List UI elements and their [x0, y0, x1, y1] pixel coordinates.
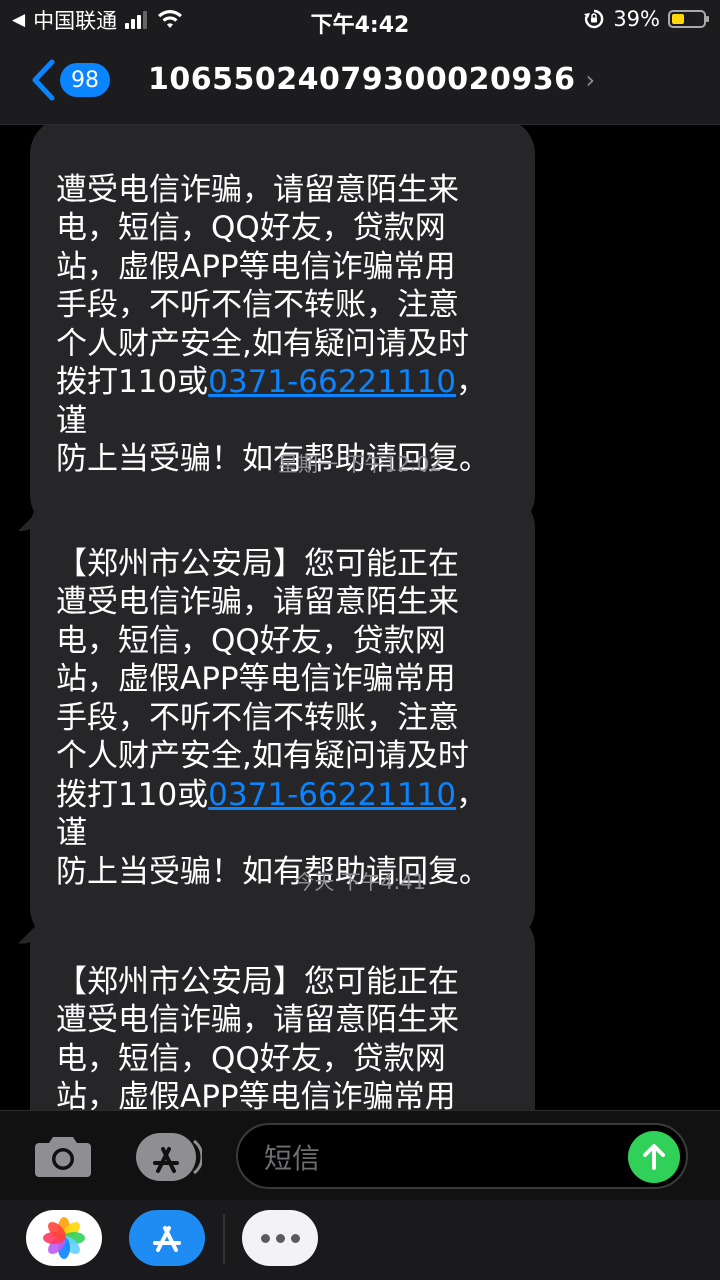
battery-icon [668, 10, 709, 28]
message-input-field[interactable] [236, 1123, 688, 1189]
battery-percent: 39% [613, 7, 660, 31]
more-apps-button[interactable] [242, 1210, 318, 1266]
app-store-app-button[interactable] [129, 1210, 205, 1266]
app-store-icon [153, 1226, 181, 1252]
conversation-header: 98 10655024079300020936 › [0, 40, 720, 125]
message-thread[interactable]: 遭受电信诈骗，请留意陌生来 电，短信，QQ好友，贷款网 站，虚假APP等电信诈骗… [0, 124, 720, 1110]
send-button[interactable] [628, 1131, 680, 1183]
contact-title[interactable]: 10655024079300020936 › [148, 62, 596, 97]
message-bubble[interactable]: 【郑州市公安局】您可能正在 遭受电信诈骗，请留意陌生来 电，短信，QQ好友，贷款… [30, 910, 535, 1110]
camera-icon [35, 1137, 91, 1177]
orientation-lock-icon [584, 9, 604, 29]
compose-bar [0, 1110, 720, 1201]
message-input[interactable] [262, 1135, 626, 1181]
back-button[interactable]: 98 [30, 58, 110, 102]
message-text: 【郑州市公安局】您可能正在 遭受电信诈骗，请留意陌生来 电，短信，QQ好友，贷款… [56, 545, 469, 813]
status-bar: ◀ 中国联通 下午4:42 39% [0, 0, 720, 40]
drawer-divider [223, 1214, 225, 1264]
back-chevron-icon [32, 59, 55, 101]
photos-app-button[interactable] [26, 1210, 102, 1266]
app-store-button[interactable] [136, 1133, 204, 1181]
timestamp: 今天 下午4:41 [294, 870, 426, 894]
more-icon [260, 1233, 300, 1243]
status-right: 39% [583, 7, 709, 31]
phone-link[interactable]: 0371-66221110 [208, 364, 456, 400]
send-arrow-icon [643, 1144, 665, 1170]
message-text: 【郑州市公安局】您可能正在 遭受电信诈骗，请留意陌生来 电，短信，QQ好友，贷款… [56, 963, 459, 1111]
contact-number: 10655024079300020936 [148, 62, 576, 97]
chevron-right-icon: › [585, 65, 596, 94]
phone-link[interactable]: 0371-66221110 [208, 777, 456, 813]
timestamp: 星期一 下午12:02 [278, 452, 442, 476]
camera-button[interactable] [33, 1133, 93, 1179]
battery-level-fill [672, 14, 684, 24]
unread-count-badge: 98 [60, 63, 110, 97]
app-store-icon [136, 1133, 204, 1181]
photos-app-icon [43, 1217, 85, 1259]
app-drawer [0, 1200, 720, 1280]
